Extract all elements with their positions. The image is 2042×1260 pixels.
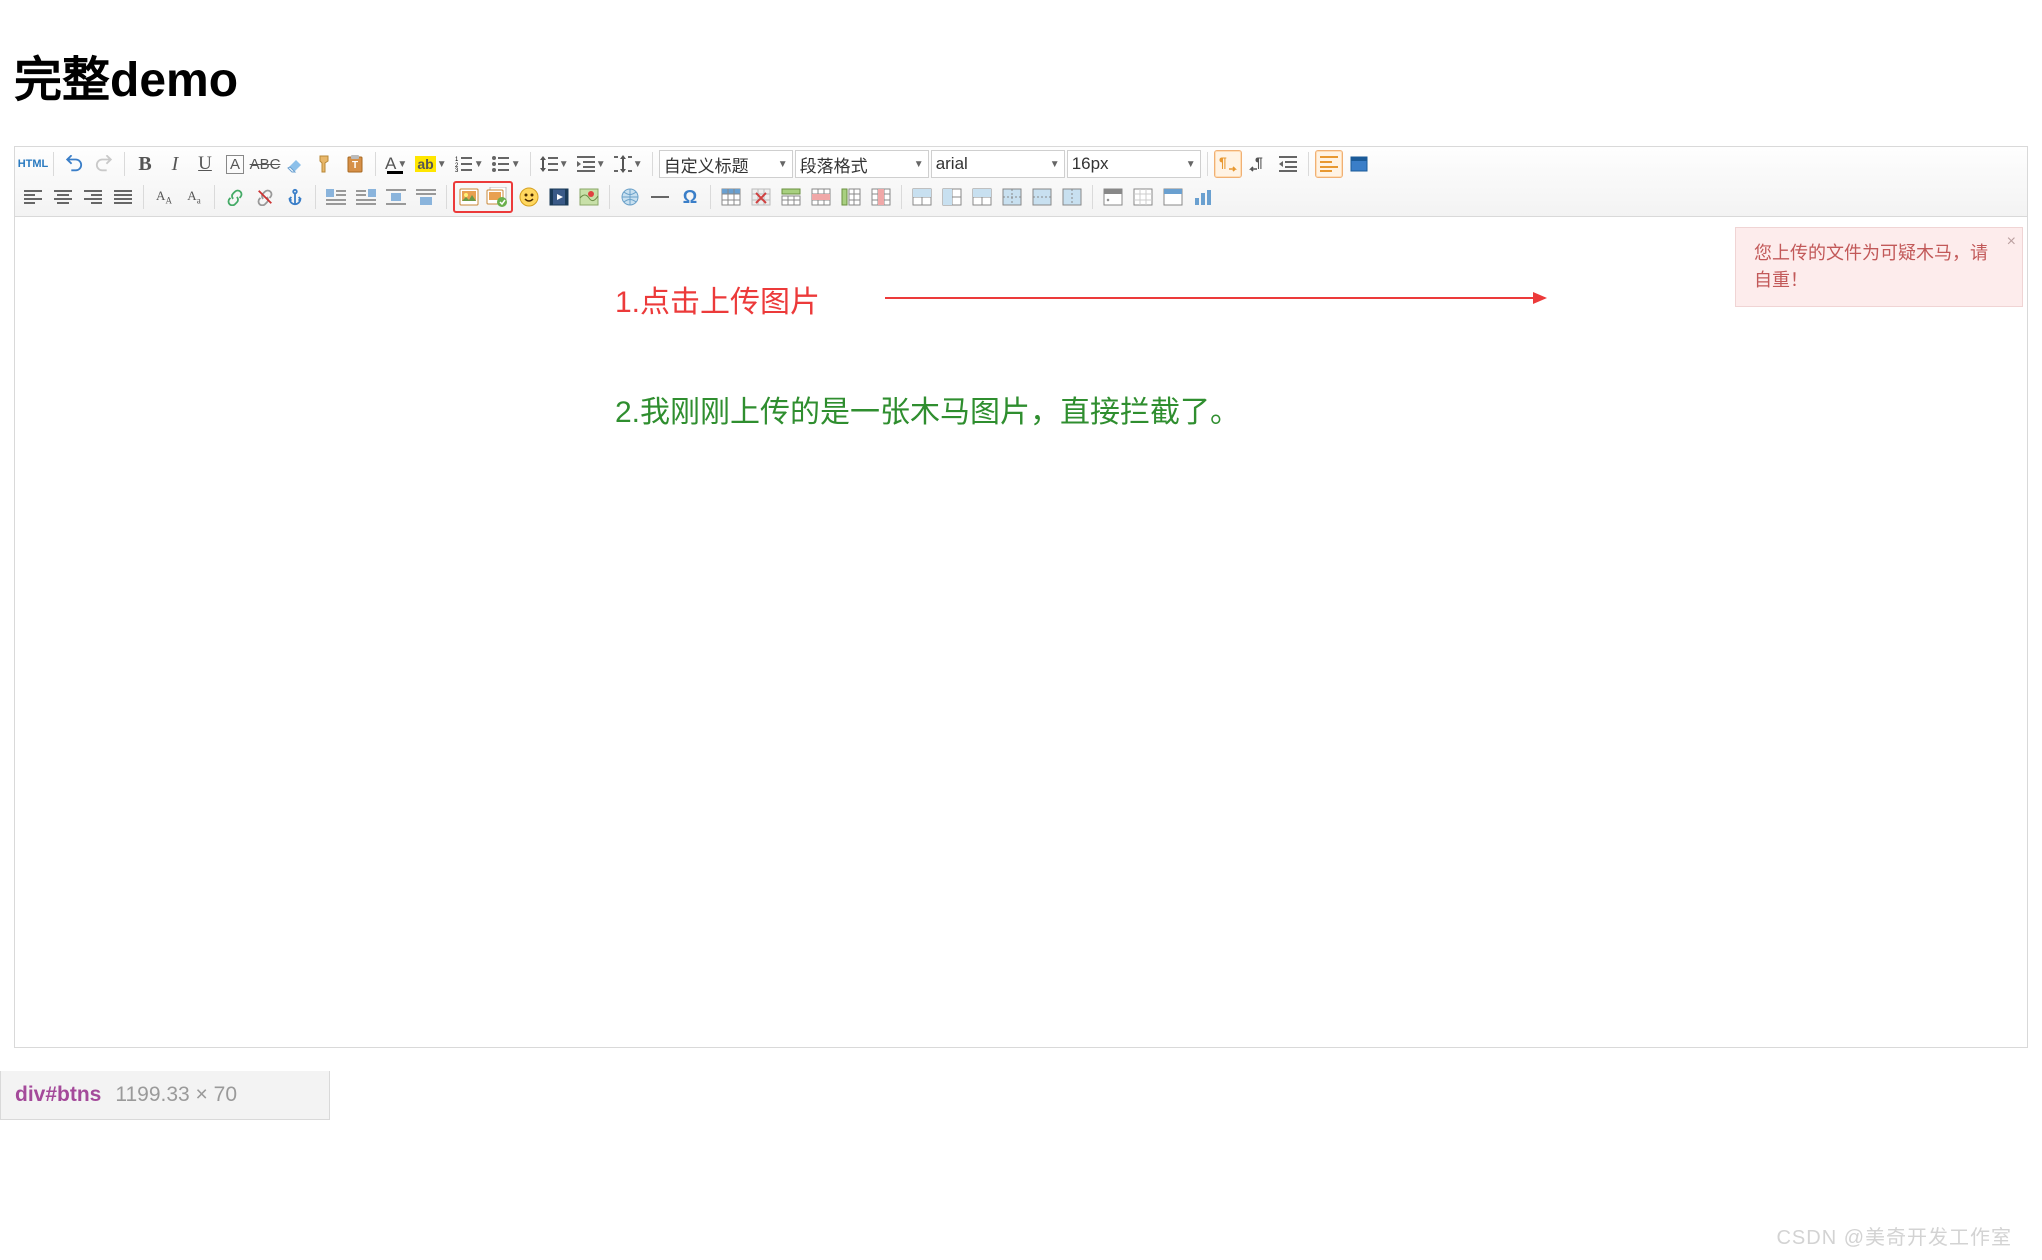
alert-text: 您上传的文件为可疑木马，请自重！ (1754, 243, 1988, 290)
insert-code-button[interactable] (1099, 183, 1127, 211)
indent-button[interactable]: ▼ (574, 150, 609, 178)
tolowercase-button[interactable]: Aa (180, 183, 208, 211)
image-upload-group-highlight (453, 181, 513, 213)
eraser-button[interactable] (281, 150, 309, 178)
delete-row-button[interactable] (807, 183, 835, 211)
ordered-list-button[interactable]: 123▼ (452, 150, 487, 178)
single-image-button[interactable] (455, 183, 483, 211)
background-button[interactable] (1129, 183, 1157, 211)
font-size-select[interactable]: 16px▼ (1067, 150, 1201, 178)
annotation-step2: 2.我刚刚上传的是一张木马图片，直接拦截了。 (615, 387, 1240, 431)
image-center-button[interactable] (382, 183, 410, 211)
arrow-icon (885, 297, 1545, 299)
anchor-button[interactable] (281, 183, 309, 211)
unordered-list-button[interactable]: ▼ (489, 150, 524, 178)
bold-button[interactable]: B (131, 150, 159, 178)
redo-button[interactable] (90, 150, 118, 178)
emoji-button[interactable] (515, 183, 543, 211)
editor-content[interactable]: 1.点击上传图片 2.我刚刚上传的是一张木马图片，直接拦截了。 × 您上传的文件… (15, 217, 2027, 1047)
underline-button[interactable]: U (191, 150, 219, 178)
image-left-button[interactable] (322, 183, 350, 211)
fore-color-button[interactable]: A▼ (382, 150, 410, 178)
touppercase-button[interactable]: AA (150, 183, 178, 211)
image-right-button[interactable] (352, 183, 380, 211)
custom-style-select[interactable]: 自定义标题▼ (659, 150, 793, 178)
insert-row-before-button[interactable] (777, 183, 805, 211)
video-button[interactable] (545, 183, 573, 211)
watermark: CSDN @美奇开发工作室 (1776, 1221, 2012, 1250)
justify-center-button[interactable] (49, 183, 77, 211)
font-family-select[interactable]: arial▼ (931, 150, 1065, 178)
row-spacing-button[interactable]: ▼ (611, 150, 646, 178)
outdent-button[interactable] (1274, 150, 1302, 178)
source-button[interactable]: HTML (19, 150, 47, 178)
gmap-button[interactable] (616, 183, 644, 211)
link-button[interactable] (221, 183, 249, 211)
horizontal-rule-button[interactable] (646, 183, 674, 211)
insert-col-before-button[interactable] (837, 183, 865, 211)
split-rows-button[interactable] (1028, 183, 1056, 211)
paste-plain-button[interactable]: T (341, 150, 369, 178)
image-none-button[interactable] (412, 183, 440, 211)
unlink-button[interactable] (251, 183, 279, 211)
paragraph-select[interactable]: 段落格式▼ (795, 150, 929, 178)
multi-image-button[interactable] (483, 183, 511, 211)
direction-ltr-button[interactable]: ¶ (1214, 150, 1242, 178)
table-button[interactable] (717, 183, 745, 211)
svg-text:T: T (352, 160, 358, 171)
strikethrough-button[interactable]: ABC (251, 150, 279, 178)
svg-text:3: 3 (455, 168, 459, 172)
svg-text:¶: ¶ (1219, 155, 1227, 170)
editor-toolbar: HTML B I U A ABC T A▼ ab▼ 123▼ ▼ ▼ (15, 147, 2027, 217)
direction-rtl-button[interactable]: ¶ (1244, 150, 1272, 178)
dev-status-bar: div#btns 1199.33 × 70 (0, 1071, 330, 1120)
rich-text-editor: HTML B I U A ABC T A▼ ab▼ 123▼ ▼ ▼ (14, 146, 2028, 1048)
split-cells-button[interactable] (998, 183, 1026, 211)
annotation-step1: 1.点击上传图片 (615, 277, 820, 321)
font-border-button[interactable]: A (221, 150, 249, 178)
special-char-button[interactable]: Ω (676, 183, 704, 211)
delete-table-button[interactable] (747, 183, 775, 211)
justify-right-button[interactable] (79, 183, 107, 211)
back-color-button[interactable]: ab▼ (412, 150, 449, 178)
alert-close-button[interactable]: × (2007, 230, 2016, 254)
svg-text:¶: ¶ (1255, 155, 1263, 170)
preview-button[interactable] (1159, 183, 1187, 211)
merge-cells-button[interactable] (908, 183, 936, 211)
fullscreen-button[interactable] (1345, 150, 1373, 178)
align-left-button[interactable] (1315, 150, 1343, 178)
chart-button[interactable] (1189, 183, 1217, 211)
page-title: 完整demo (14, 40, 2028, 110)
delete-col-button[interactable] (867, 183, 895, 211)
format-brush-button[interactable] (311, 150, 339, 178)
map-button[interactable] (575, 183, 603, 211)
merge-down-button[interactable] (968, 183, 996, 211)
undo-button[interactable] (60, 150, 88, 178)
element-tag: div#btns (15, 1083, 101, 1107)
italic-button[interactable]: I (161, 150, 189, 178)
line-height-button[interactable]: ▼ (537, 150, 572, 178)
split-cols-button[interactable] (1058, 183, 1086, 211)
element-dimensions: 1199.33 × 70 (115, 1083, 237, 1107)
merge-right-button[interactable] (938, 183, 966, 211)
justify-left-button[interactable] (19, 183, 47, 211)
justify-full-button[interactable] (109, 183, 137, 211)
upload-error-alert: × 您上传的文件为可疑木马，请自重！ (1735, 227, 2023, 307)
